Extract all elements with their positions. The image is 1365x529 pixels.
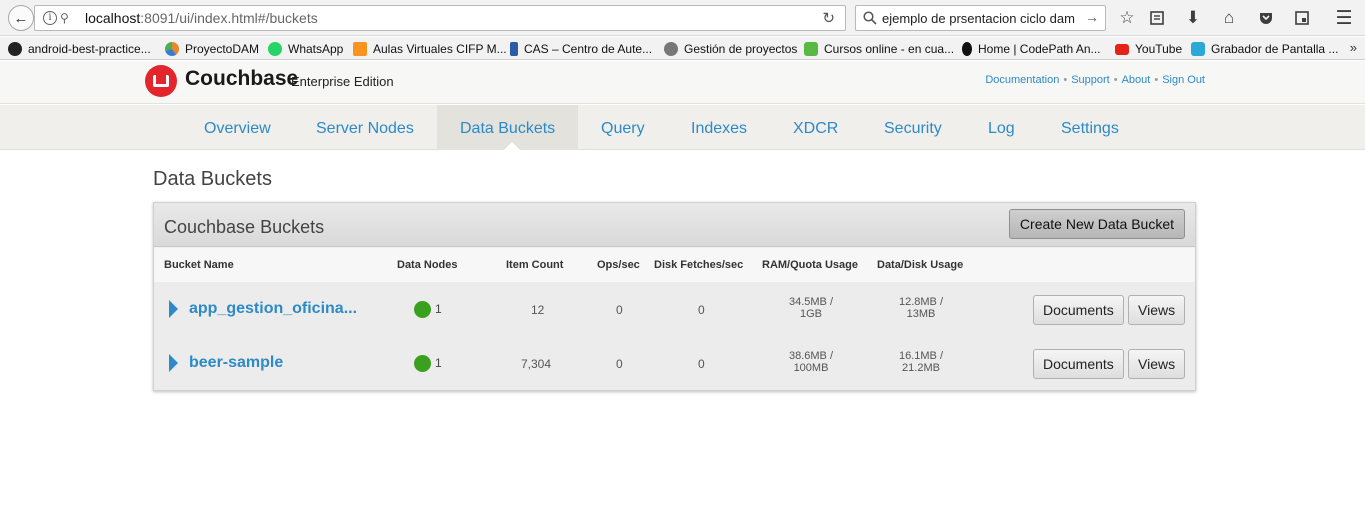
tab-overview[interactable]: Overview [181,105,294,150]
ram-usage-value: 34.5MB /1GB [788,296,834,320]
ops-value: 0 [616,357,623,371]
reload-icon[interactable]: ↻ [822,9,835,27]
column-header[interactable]: Bucket Name [164,259,234,271]
table-row: beer-sample 1 7,304 0 0 38.6MB /100MB 16… [154,336,1195,390]
bookmark-item[interactable]: android-best-practice... [8,40,151,58]
bookmark-item[interactable]: Aulas Virtuales CIFP M... [353,40,507,58]
main-nav: Overview Server Nodes Data Buckets Query… [0,105,1365,150]
bookmark-item[interactable]: Cursos online - en cua... [804,40,954,58]
column-header[interactable]: Data/Disk Usage [877,259,963,271]
home-icon[interactable]: ⌂ [1218,7,1240,29]
page-title: Data Buckets [153,168,272,190]
couchbase-logo-icon[interactable] [145,65,177,97]
youtube-icon [1115,43,1129,55]
key-icon: ⚲ [60,11,69,25]
url-text[interactable]: localhost:8091/ui/index.html#/buckets [85,10,318,26]
disk-usage-value: 16.1MB /21.2MB [898,350,944,374]
app-header: Couchbase Enterprise Edition Documentati… [0,61,1365,104]
item-count-value: 12 [531,303,545,317]
about-link[interactable]: About [1122,74,1151,86]
arrow-left-icon: ← [13,9,29,27]
buckets-panel: Couchbase Buckets Create New Data Bucket… [153,202,1196,391]
disk-usage-value: 12.8MB /13MB [898,296,944,320]
ram-usage-value: 38.6MB /100MB [788,350,834,374]
create-bucket-button[interactable]: Create New Data Bucket [1008,209,1185,239]
views-button[interactable]: Views [1128,295,1186,325]
github-icon [8,42,22,56]
reading-list-icon[interactable] [1146,7,1168,29]
healthy-status-icon [414,301,431,318]
star-icon[interactable]: ☆ [1116,7,1138,29]
panel-header: Couchbase Buckets Create New Data Bucket [154,203,1195,247]
column-header[interactable]: RAM/Quota Usage [762,259,858,271]
tab-security[interactable]: Security [861,105,965,150]
support-link[interactable]: Support [1071,74,1110,86]
search-bar[interactable]: ejemplo de prsentacion ciclo dam → [855,5,1106,31]
tab-indexes[interactable]: Indexes [668,105,770,150]
tab-server-nodes[interactable]: Server Nodes [293,105,437,150]
tab-log[interactable]: Log [965,105,1038,150]
pie-chart-icon [165,42,179,56]
tab-query[interactable]: Query [578,105,668,150]
documents-button[interactable]: Documents [1033,295,1124,325]
bookmark-item[interactable]: Home | CodePath An... [962,40,1101,58]
browser-toolbar: ← i ⚲ localhost:8091/ui/index.html#/buck… [0,0,1365,36]
bookmark-item[interactable]: Grabador de Pantalla ... [1191,40,1338,58]
panel-title: Couchbase Buckets [164,217,325,237]
views-button[interactable]: Views [1128,349,1186,379]
sign-out-link[interactable]: Sign Out [1162,74,1205,86]
healthy-status-icon [414,355,431,372]
item-count-value: 7,304 [521,357,552,371]
download-icon[interactable]: ⬇ [1182,7,1204,29]
whatsapp-icon [268,42,282,56]
header-links: Documentation • Support • About • Sign O… [985,74,1205,86]
table-row: app_gestion_oficina... 1 12 0 0 34.5MB /… [154,282,1195,336]
disk-fetches-value: 0 [698,303,705,317]
bookmark-item[interactable]: WhatsApp [268,40,343,58]
disk-fetches-value: 0 [698,357,705,371]
screenshot-icon[interactable] [1291,7,1313,29]
pocket-icon[interactable] [1255,7,1277,29]
tab-xdcr[interactable]: XDCR [770,105,861,150]
documents-button[interactable]: Documents [1033,349,1124,379]
bucket-name-link[interactable]: app_gestion_oficina... [189,300,357,318]
tab-settings[interactable]: Settings [1038,105,1142,150]
back-button[interactable]: ← [8,5,34,31]
bucket-name-link[interactable]: beer-sample [189,354,283,372]
search-input[interactable]: ejemplo de prsentacion ciclo dam [882,11,1087,26]
url-bar[interactable]: i ⚲ localhost:8091/ui/index.html#/bucket… [34,5,846,31]
column-header[interactable]: Ops/sec [597,259,640,271]
expand-triangle-icon[interactable] [169,300,178,318]
arrow-right-icon[interactable]: → [1085,9,1099,25]
brand-name: Couchbase [185,67,299,90]
recorder-icon [1191,42,1205,56]
info-icon[interactable]: i [43,11,57,25]
bookmark-item[interactable]: Gestión de proyectos [664,40,797,58]
bookmark-item[interactable]: ProyectoDAM [165,40,259,58]
udemy-icon [804,42,818,56]
column-header[interactable]: Disk Fetches/sec [654,259,743,271]
search-icon [863,11,877,25]
ops-value: 0 [616,303,623,317]
moodle-icon [353,42,367,56]
bookmarks-more-button[interactable]: » [1350,40,1357,55]
expand-triangle-icon[interactable] [169,354,178,372]
menu-icon[interactable]: ☰ [1333,7,1355,29]
data-nodes-value: 1 [435,302,442,316]
column-header[interactable]: Data Nodes [397,259,458,271]
codepath-icon [962,42,972,56]
bookmarks-bar: android-best-practice... ProyectoDAM Wha… [0,37,1365,60]
bottle-icon [510,42,518,56]
column-header[interactable]: Item Count [506,259,563,271]
active-tab-indicator [504,142,520,150]
data-nodes-value: 1 [435,356,442,370]
globe-icon [664,42,678,56]
bookmark-item[interactable]: YouTube [1115,40,1182,58]
edition-label: Enterprise Edition [291,74,394,89]
bookmark-item[interactable]: CAS – Centro de Aute... [510,40,652,58]
documentation-link[interactable]: Documentation [985,74,1059,86]
